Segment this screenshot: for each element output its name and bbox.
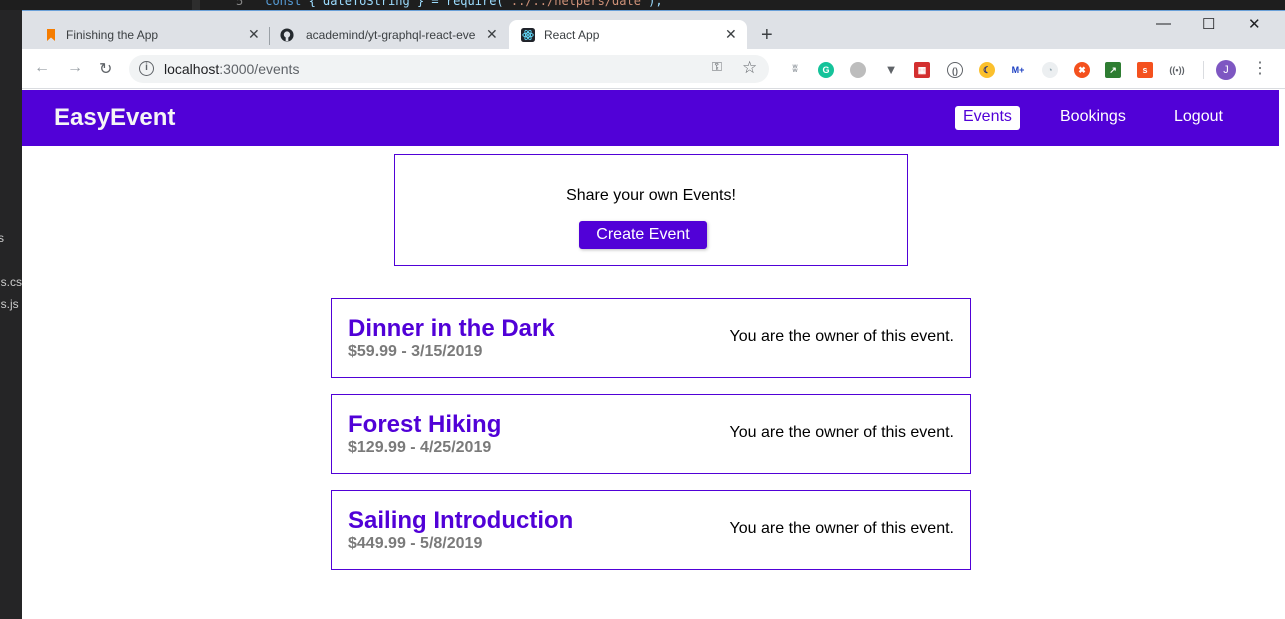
create-event-button[interactable]: Create Event bbox=[579, 221, 707, 249]
event-list-item: Dinner in the Dark $59.99 - 3/15/2019 Yo… bbox=[331, 298, 971, 378]
event-title: Forest Hiking bbox=[348, 411, 502, 438]
event-title: Dinner in the Dark bbox=[348, 315, 555, 342]
tab-github-repo[interactable]: academind/yt-graphql-react-eve ✕ bbox=[270, 20, 510, 49]
address-bar[interactable]: i localhost:3000/events ⚿ ☆ bbox=[129, 55, 769, 83]
extension-red-icon[interactable]: ▦ bbox=[914, 62, 930, 78]
extension-grammarly-icon[interactable]: G bbox=[818, 62, 834, 78]
extension-brackets-icon[interactable]: () bbox=[947, 62, 963, 78]
event-owner-note: You are the owner of this event. bbox=[729, 520, 954, 537]
web-page: EasyEvent Events Bookings Logout Share y… bbox=[22, 90, 1285, 619]
tab-close-icon[interactable]: ✕ bbox=[486, 26, 498, 43]
extension-orange-icon[interactable]: ✖ bbox=[1074, 62, 1090, 78]
code-line: 5 const { dateToString } = require("../..… bbox=[236, 0, 663, 8]
extension-moon-icon[interactable]: ☾ bbox=[979, 62, 995, 78]
github-icon bbox=[280, 28, 294, 42]
browser-window: Finishing the App ✕ academind/yt-graphql… bbox=[22, 10, 1285, 619]
event-price-date: $449.99 - 5/8/2019 bbox=[348, 535, 483, 552]
event-owner-note: You are the owner of this event. bbox=[729, 424, 954, 441]
tab-react-app[interactable]: React App ✕ bbox=[509, 20, 747, 49]
window-close-icon[interactable]: ✕ bbox=[1248, 15, 1261, 33]
event-owner-note: You are the owner of this event. bbox=[729, 328, 954, 345]
minimize-icon[interactable]: — bbox=[1156, 15, 1171, 32]
react-icon bbox=[521, 28, 535, 42]
events-control: Share your own Events! Create Event bbox=[394, 154, 908, 266]
brand-logo[interactable]: EasyEvent bbox=[54, 104, 175, 132]
editor-gutter bbox=[192, 0, 200, 10]
extension-circle-icon[interactable] bbox=[850, 62, 866, 78]
event-title: Sailing Introduction bbox=[348, 507, 574, 534]
event-price-date: $129.99 - 4/25/2019 bbox=[348, 439, 492, 456]
key-icon[interactable]: ⚿ bbox=[712, 59, 722, 75]
tab-title: academind/yt-graphql-react-eve bbox=[306, 28, 476, 42]
tab-close-icon[interactable]: ✕ bbox=[725, 26, 737, 43]
event-list-item: Forest Hiking $129.99 - 4/25/2019 You ar… bbox=[331, 394, 971, 474]
extension-m-plus-icon[interactable]: M+ bbox=[1010, 62, 1026, 78]
tab-title: React App bbox=[544, 28, 600, 42]
screen: 5 const { dateToString } = require("../..… bbox=[0, 0, 1285, 619]
maximize-icon[interactable]: ☐ bbox=[1202, 15, 1215, 33]
event-price-date: $59.99 - 3/15/2019 bbox=[348, 343, 483, 360]
bookmark-star-icon[interactable]: ☆ bbox=[742, 58, 757, 78]
tab-title: Finishing the App bbox=[66, 28, 159, 42]
extension-radio-icon[interactable]: ((•)) bbox=[1169, 62, 1185, 78]
more-menu-icon[interactable]: ⋮ bbox=[1252, 58, 1268, 78]
new-tab-button[interactable]: + bbox=[761, 24, 773, 47]
tab-close-icon[interactable]: ✕ bbox=[248, 26, 260, 43]
forward-icon[interactable]: → bbox=[67, 59, 83, 77]
back-icon[interactable]: ← bbox=[34, 59, 50, 77]
nav-logout-link[interactable]: Logout bbox=[1166, 106, 1231, 130]
file-tree-item[interactable]: ls.js bbox=[0, 297, 19, 311]
nav-bookings-link[interactable]: Bookings bbox=[1052, 106, 1134, 130]
browser-toolbar: ← → ↻ i localhost:3000/events ⚿ ☆ ʬ G ▼ … bbox=[22, 49, 1285, 89]
profile-avatar[interactable]: J bbox=[1216, 60, 1236, 80]
url-text: localhost:3000/events bbox=[164, 61, 300, 77]
extension-green-icon[interactable]: ↗ bbox=[1105, 62, 1121, 78]
toolbar-divider bbox=[1203, 61, 1204, 79]
bookmark-icon bbox=[47, 29, 55, 41]
tab-finishing-the-app[interactable]: Finishing the App ✕ bbox=[22, 20, 268, 49]
main-navigation: EasyEvent Events Bookings Logout bbox=[22, 90, 1279, 146]
event-list-item: Sailing Introduction $449.99 - 5/8/2019 … bbox=[331, 490, 971, 570]
extension-cat-icon[interactable]: ◔ bbox=[1042, 62, 1058, 78]
nav-events-link[interactable]: Events bbox=[955, 106, 1020, 130]
extension-s-icon[interactable]: s bbox=[1137, 62, 1153, 78]
tab-strip: Finishing the App ✕ academind/yt-graphql… bbox=[22, 11, 1285, 49]
file-tree-item[interactable]: s bbox=[0, 231, 4, 245]
editor-file-tree: s ls.cs ls.js bbox=[0, 10, 22, 619]
file-tree-item[interactable]: ls.cs bbox=[0, 275, 22, 289]
share-events-text: Share your own Events! bbox=[566, 187, 736, 204]
reload-icon[interactable]: ↻ bbox=[99, 59, 112, 79]
extension-wappalyzer-icon[interactable]: ʬ bbox=[787, 62, 803, 78]
site-info-icon[interactable]: i bbox=[139, 61, 154, 76]
extension-vue-icon[interactable]: ▼ bbox=[883, 62, 899, 78]
